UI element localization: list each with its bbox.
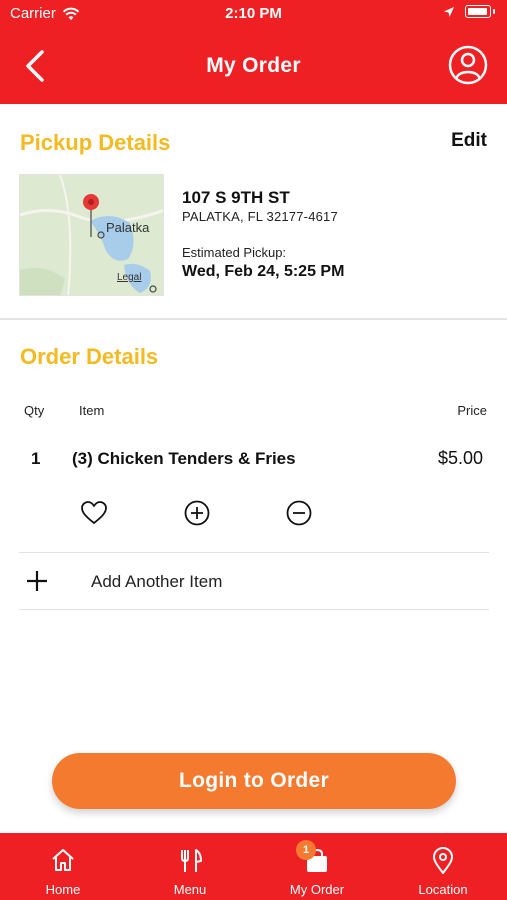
column-header-item: Item [79, 403, 105, 418]
tab-label-location: Location [418, 882, 468, 897]
heart-icon[interactable] [80, 499, 108, 527]
add-another-item-link[interactable]: Add Another Item [91, 572, 222, 592]
item-name: (3) Chicken Tenders & Fries [72, 449, 296, 468]
battery-cap [493, 9, 495, 14]
map-legal-link[interactable]: Legal [117, 272, 141, 283]
plus-circle-icon[interactable] [183, 499, 211, 527]
tab-location[interactable]: Location [380, 833, 506, 900]
tab-label-home: Home [45, 882, 81, 897]
row-divider [19, 609, 489, 610]
estimated-pickup-label: Estimated Pickup: [182, 245, 287, 260]
address-street: 107 S 9TH ST [182, 188, 290, 207]
edit-pickup-button[interactable]: Edit [451, 130, 487, 152]
status-bar: Carrier 2:10 PM [0, 0, 507, 28]
map-graphic [20, 175, 163, 295]
header: Carrier 2:10 PM My Order [0, 0, 507, 104]
item-quantity: 1 [31, 449, 41, 468]
tab-bar: Home Menu My Order Location [0, 833, 507, 900]
cart-count-badge: 1 [296, 840, 316, 860]
tab-menu[interactable]: Menu [127, 833, 253, 900]
tab-label-my-order: My Order [289, 882, 345, 897]
pickup-map[interactable]: Palatka Legal [19, 174, 164, 296]
address-city: PALATKA, FL 32177-4617 [182, 209, 338, 224]
column-header-price: Price [457, 403, 487, 418]
status-right [443, 5, 495, 18]
location-pin-icon [433, 847, 453, 874]
plus-icon[interactable] [24, 568, 50, 594]
estimated-pickup-time: Wed, Feb 24, 5:25 PM [182, 263, 345, 280]
minus-circle-icon[interactable] [285, 499, 313, 527]
nav-bar: My Order [0, 34, 507, 100]
profile-icon[interactable] [447, 44, 489, 86]
tab-home[interactable]: Home [0, 833, 126, 900]
order-details-heading: Order Details [20, 344, 159, 369]
page-title: My Order [206, 54, 301, 77]
map-city-label: Palatka [106, 220, 150, 235]
fork-knife-icon [181, 849, 202, 872]
home-icon [52, 849, 74, 871]
row-divider [19, 552, 489, 553]
battery-icon [465, 5, 491, 18]
location-arrow-icon [444, 6, 454, 17]
login-to-order-button[interactable]: Login to Order [52, 753, 456, 809]
tab-my-order[interactable]: My Order [254, 833, 380, 900]
tab-label-menu: Menu [173, 882, 207, 897]
pickup-details-heading: Pickup Details [20, 130, 171, 155]
status-time: 2:10 PM [225, 5, 282, 22]
column-header-qty: Qty [24, 403, 45, 418]
item-price: $5.00 [437, 448, 483, 468]
section-divider [0, 318, 507, 320]
